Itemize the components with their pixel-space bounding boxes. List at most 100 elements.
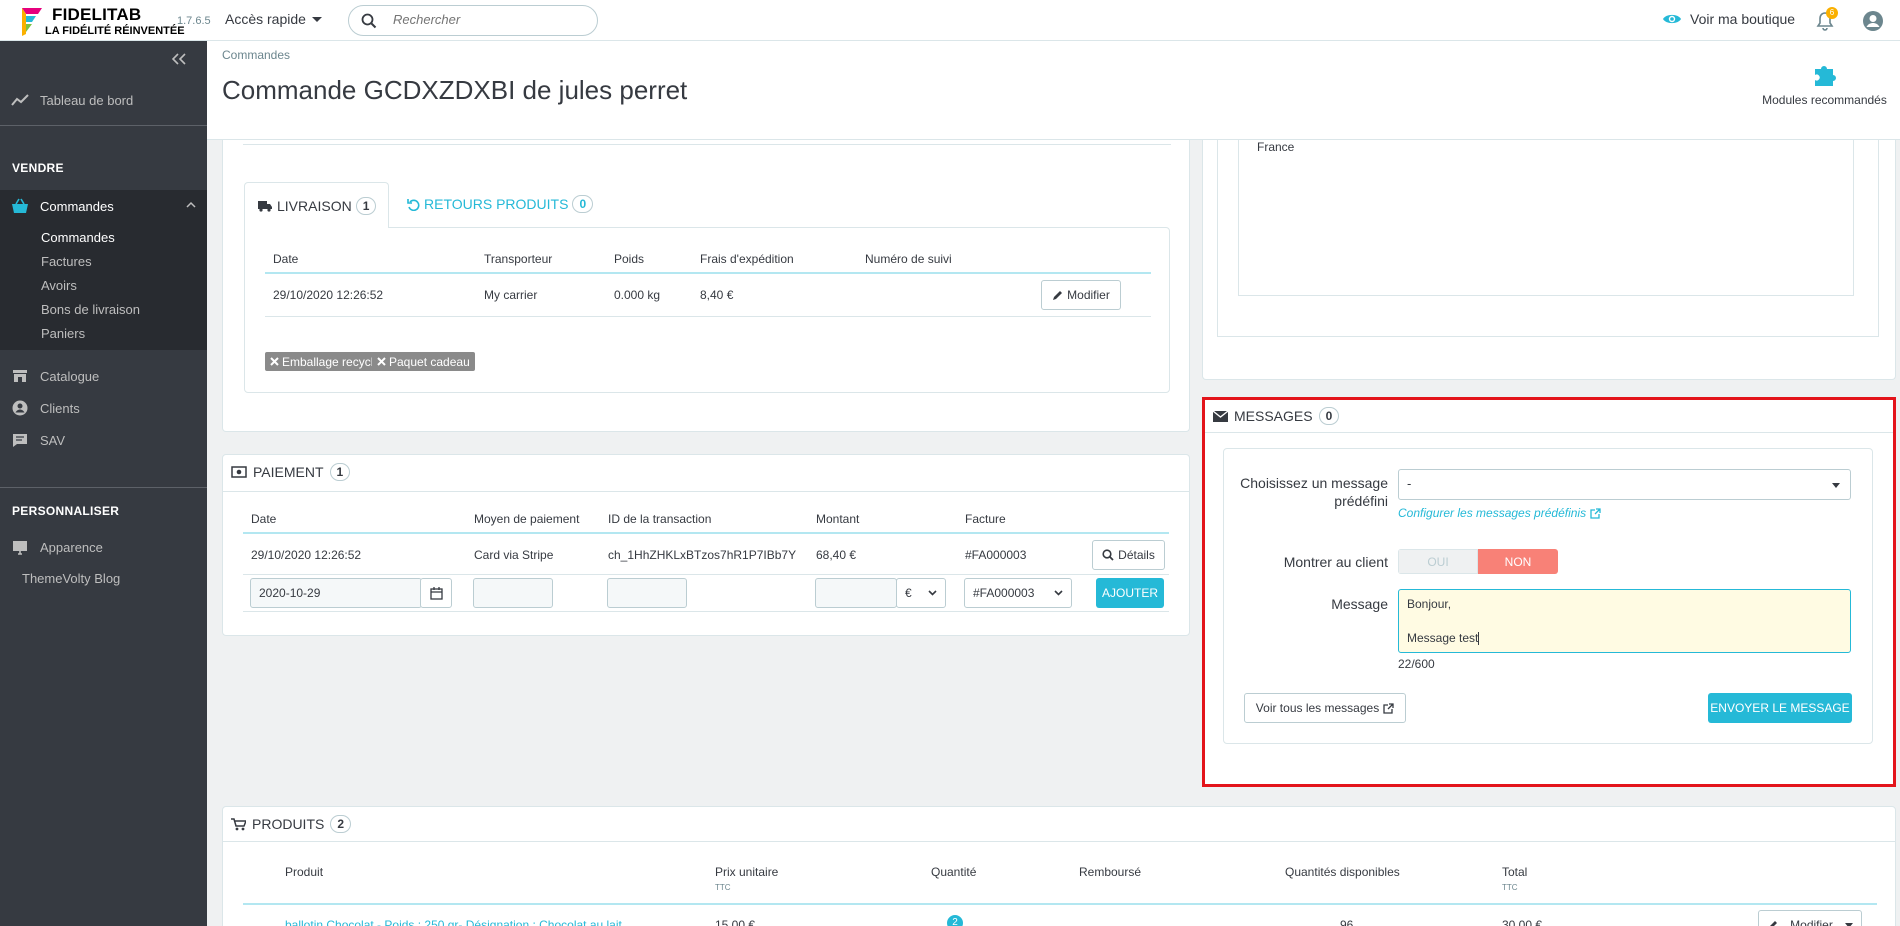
product-total: 30,00 € (1502, 918, 1543, 926)
sidebar-item-appearance[interactable]: Apparence (0, 536, 207, 558)
logo-tagline: LA FIDÉLITÉ RÉINVENTÉE (45, 25, 185, 37)
col-total: Total (1502, 865, 1528, 879)
product-available: 96 (1340, 918, 1354, 926)
row-divider (265, 316, 1151, 317)
divider (223, 841, 1895, 842)
add-payment-button[interactable]: AJOUTER (1096, 578, 1164, 608)
col-date: Date (273, 252, 299, 266)
sidebar-item-dashboard[interactable]: Tableau de bord (0, 89, 207, 111)
divider (243, 144, 1171, 145)
chevron-up-icon (186, 201, 196, 208)
sidebar-item-catalog[interactable]: Catalogue (0, 365, 207, 387)
submenu-item-invoices[interactable]: Factures (0, 250, 207, 274)
col-invoice: Facture (965, 512, 1006, 526)
calendar-button[interactable] (420, 578, 452, 608)
currency-select[interactable]: € (896, 578, 946, 608)
col-weight: Poids (614, 252, 645, 266)
chevron-down-icon (1054, 590, 1063, 596)
currency-value: € (905, 586, 912, 600)
recommended-modules-button[interactable]: Modules recommandés (1752, 61, 1897, 107)
view-shop-link[interactable]: Voir ma boutique (1662, 11, 1795, 27)
payment-method: Card via Stripe (474, 548, 554, 562)
sidebar-item-clients[interactable]: Clients (0, 397, 207, 419)
col-available: Quantités disponibles (1285, 865, 1400, 879)
col-quantity: Quantité (931, 865, 977, 879)
chevron-down-icon (311, 16, 322, 22)
close-icon (270, 357, 279, 366)
submenu-item-carts[interactable]: Paniers (0, 322, 207, 346)
cart-icon (231, 817, 246, 831)
puzzle-icon (1752, 61, 1897, 87)
user-account-icon[interactable] (1862, 10, 1884, 32)
product-name-link[interactable]: ballotin Chocolat - Poids : 250 gr- Dési… (285, 918, 622, 926)
notification-badge: 6 (1826, 7, 1838, 19)
notifications-button[interactable]: 6 (1816, 7, 1838, 31)
tag-label: Paquet cadeau (389, 354, 470, 369)
recommended-modules-label: Modules recommandés (1762, 93, 1887, 107)
total-ttc: TTC (1502, 883, 1518, 892)
payment-method-input[interactable] (473, 578, 553, 608)
collapse-sidebar-icon[interactable] (172, 53, 186, 65)
search-box[interactable] (348, 5, 598, 36)
address-box: France (1238, 140, 1854, 296)
col-date: Date (251, 512, 277, 526)
edit-shipping-label: Modifier (1067, 288, 1110, 302)
store-icon (0, 369, 40, 383)
header-underline (243, 532, 1169, 534)
payment-amount: 68,40 € (816, 548, 857, 562)
quick-access-dropdown[interactable]: Accès rapide (225, 11, 322, 27)
col-unit-price: Prix unitaire (715, 865, 779, 879)
payment-invoice: #FA000003 (965, 548, 1027, 562)
header-underline (243, 903, 1877, 905)
details-label: Détails (1118, 548, 1155, 562)
payment-transaction-id: ch_1HhZHKLxBTzos7hR1P7IBb7Y (608, 548, 797, 562)
close-icon (377, 357, 386, 366)
products-card: PRODUITS 2 Produit Prix unitaire TTC Qua… (222, 806, 1896, 926)
sidebar-item-orders[interactable]: Commandes (0, 190, 207, 222)
shipping-date: 29/10/2020 12:26:52 (273, 288, 384, 302)
breadcrumb[interactable]: Commandes (222, 48, 290, 62)
products-count: 2 (330, 815, 352, 833)
edit-shipping-button[interactable]: Modifier (1041, 280, 1121, 310)
payment-count: 1 (329, 463, 351, 481)
page-title: Commande GCDXZDXBI de jules perret (222, 75, 688, 105)
sidebar-item-blog[interactable]: ThemeVolty Blog (0, 567, 207, 589)
unit-price-ttc: TTC (715, 883, 731, 892)
payment-card: PAIEMENT 1 Date Moyen de paiement ID de … (222, 454, 1190, 636)
invoice-select[interactable]: #FA000003 (964, 578, 1072, 608)
tab-shipping[interactable]: LIVRAISON 1 (244, 182, 390, 228)
monitor-icon (0, 540, 40, 555)
products-header: PRODUITS 2 (231, 815, 352, 833)
edit-product-label: Modifier (1790, 918, 1833, 926)
sidebar: Tableau de bord VENDRE Commandes Command… (0, 41, 207, 926)
sidebar-section-sell: VENDRE (12, 161, 64, 175)
col-carrier: Transporteur (484, 252, 553, 266)
sidebar-item-label: Clients (40, 400, 80, 416)
payment-date-input[interactable]: 2020-10-29 (250, 578, 422, 608)
payment-details-button[interactable]: Détails (1092, 540, 1165, 570)
row-divider (243, 611, 1169, 612)
sidebar-item-sav[interactable]: SAV (0, 429, 207, 451)
submenu-item-orders[interactable]: Commandes (0, 226, 207, 250)
tab-returns-label: RETOURS PRODUITS (424, 196, 569, 212)
sidebar-item-label: SAV (40, 432, 66, 448)
tab-product-returns[interactable]: RETOURS PRODUITS 0 (407, 195, 594, 213)
payment-header: PAIEMENT 1 (231, 463, 351, 481)
tag-gift-package: Paquet cadeau (372, 352, 475, 371)
submenu-item-credit-slips[interactable]: Avoirs (0, 274, 207, 298)
sidebar-divider (0, 125, 207, 126)
payment-date-value: 2020-10-29 (259, 586, 321, 600)
submenu-item-delivery-slips[interactable]: Bons de livraison (0, 298, 207, 322)
col-amount: Montant (816, 512, 860, 526)
edit-product-button[interactable]: Modifier (1758, 910, 1862, 926)
address-card: France (1202, 140, 1896, 380)
sidebar-section-customize: PERSONNALISER (12, 504, 120, 518)
fidelitab-logo-icon[interactable] (18, 6, 44, 36)
amount-input[interactable] (815, 578, 897, 608)
transaction-id-input[interactable] (607, 578, 687, 608)
col-tracking: Numéro de suivi (865, 252, 952, 266)
truck-icon (257, 200, 273, 212)
address-panel: France (1217, 140, 1879, 337)
pencil-icon (1052, 290, 1063, 301)
search-input[interactable] (393, 12, 583, 27)
